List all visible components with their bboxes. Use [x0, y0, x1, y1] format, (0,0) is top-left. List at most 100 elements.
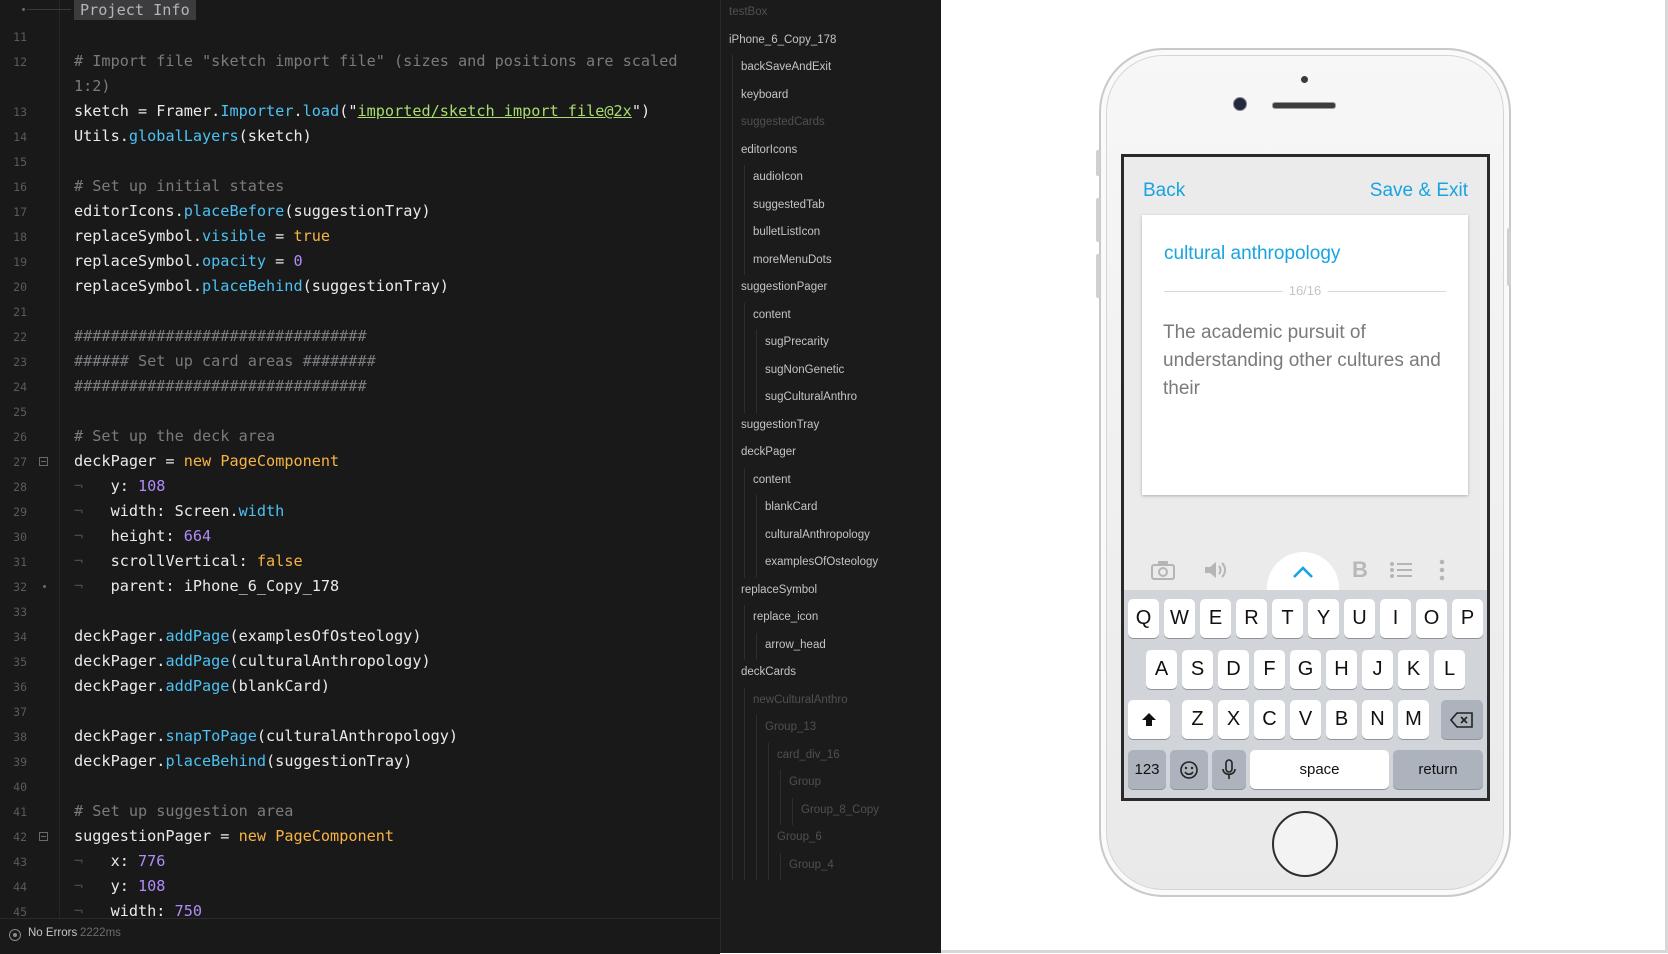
code-line[interactable]: ¬ height: 664: [74, 524, 211, 549]
code-line[interactable]: replaceSymbol.visible = true: [74, 224, 330, 249]
code-line[interactable]: editorIcons.placeBefore(suggestionTray): [74, 199, 431, 224]
layers-panel[interactable]: testBox iPhone_6_Copy_178 backSaveAndExit k…: [720, 0, 942, 953]
layer-item[interactable]: card_div_16: [777, 749, 840, 761]
code-line[interactable]: suggestionPager = new PageComponent: [74, 824, 394, 849]
layer-item[interactable]: suggestionPager: [741, 281, 827, 293]
return-key[interactable]: return: [1393, 750, 1483, 789]
code-line[interactable]: replaceSymbol.placeBehind(suggestionTray…: [74, 274, 449, 299]
key-c[interactable]: C: [1254, 700, 1285, 739]
layer-item[interactable]: backSaveAndExit: [741, 61, 831, 73]
code-line[interactable]: deckPager = new PageComponent: [74, 449, 339, 474]
layer-item[interactable]: Group: [789, 776, 821, 788]
fold-toggle-icon[interactable]: [39, 832, 48, 841]
save-exit-button[interactable]: Save & Exit: [1370, 180, 1468, 202]
code-line[interactable]: deckPager.addPage(examplesOfOsteology): [74, 624, 421, 649]
key-f[interactable]: F: [1254, 650, 1285, 689]
card-body-text[interactable]: The academic pursuit of understanding ot…: [1163, 319, 1453, 403]
code-line[interactable]: deckPager.addPage(blankCard): [74, 674, 330, 699]
key-i[interactable]: I: [1380, 599, 1411, 638]
layer-item[interactable]: examplesOfOsteology: [765, 556, 878, 568]
layer-item[interactable]: arrow_head: [765, 639, 826, 651]
key-k[interactable]: K: [1398, 650, 1429, 689]
code-line[interactable]: Utils.globalLayers(sketch): [74, 124, 312, 149]
layer-item[interactable]: deckCards: [741, 666, 796, 678]
key-a[interactable]: A: [1146, 650, 1177, 689]
code-line[interactable]: ¬ parent: iPhone_6_Copy_178: [74, 574, 339, 599]
flash-card[interactable]: cultural anthropology 16/16 The academic…: [1142, 215, 1468, 495]
layer-item[interactable]: Group_13: [765, 721, 816, 733]
emoji-key[interactable]: [1170, 750, 1208, 789]
code-line[interactable]: ¬ x: 776: [74, 849, 165, 874]
home-button[interactable]: [1272, 811, 1338, 877]
code-line[interactable]: # Set up the deck area: [74, 424, 275, 449]
numbers-key[interactable]: 123: [1128, 750, 1166, 789]
key-y[interactable]: Y: [1308, 599, 1339, 638]
layer-item[interactable]: sugPrecarity: [765, 336, 829, 348]
code-editor[interactable]: Project Info # Import file "sketch impor…: [0, 0, 720, 954]
key-j[interactable]: J: [1362, 650, 1393, 689]
dictation-key[interactable]: [1212, 750, 1246, 789]
code-line[interactable]: ¬ width: Screen.width: [74, 499, 284, 524]
code-line[interactable]: ¬ scrollVertical: false: [74, 549, 303, 574]
key-z[interactable]: Z: [1182, 700, 1213, 739]
layer-item[interactable]: moreMenuDots: [753, 254, 832, 266]
layer-item[interactable]: replace_icon: [753, 611, 818, 623]
fold-toggle-icon[interactable]: [39, 457, 48, 466]
bold-icon[interactable]: B: [1347, 559, 1373, 581]
layer-item[interactable]: culturalAnthropology: [765, 529, 870, 541]
layer-item[interactable]: Group_4: [789, 859, 834, 871]
key-r[interactable]: R: [1236, 599, 1267, 638]
code-line[interactable]: 1:2): [74, 74, 111, 99]
layer-item[interactable]: content: [753, 309, 791, 321]
key-u[interactable]: U: [1344, 599, 1375, 638]
layer-item[interactable]: testBox: [729, 6, 767, 18]
key-h[interactable]: H: [1326, 650, 1357, 689]
key-l[interactable]: L: [1434, 650, 1465, 689]
layer-item[interactable]: sugCulturalAnthro: [765, 391, 857, 403]
key-b[interactable]: B: [1326, 700, 1357, 739]
code-line[interactable]: ¬ y: 108: [74, 474, 165, 499]
code-line[interactable]: deckPager.snapToPage(culturalAnthropolog…: [74, 724, 458, 749]
code-line[interactable]: ################################: [74, 324, 367, 349]
code-line[interactable]: ¬ y: 108: [74, 874, 165, 899]
suggested-tab[interactable]: [1267, 552, 1339, 593]
space-key[interactable]: space: [1250, 750, 1389, 789]
layer-item[interactable]: suggestedCards: [741, 116, 825, 128]
layer-item[interactable]: deckPager: [741, 446, 796, 458]
project-info-tab[interactable]: Project Info: [74, 0, 196, 20]
code-line[interactable]: ################################: [74, 374, 367, 399]
shift-key[interactable]: [1128, 700, 1170, 739]
layer-item[interactable]: newCulturalAnthro: [753, 694, 848, 706]
code-line[interactable]: # Set up suggestion area: [74, 799, 293, 824]
back-button[interactable]: Back: [1143, 180, 1185, 202]
layer-item[interactable]: bulletListIcon: [753, 226, 820, 238]
key-s[interactable]: S: [1182, 650, 1213, 689]
code-line[interactable]: deckPager.addPage(culturalAnthropology): [74, 649, 431, 674]
code-line[interactable]: ###### Set up card areas ########: [74, 349, 376, 374]
layer-item[interactable]: suggestionTray: [741, 419, 819, 431]
layer-item[interactable]: audioIcon: [753, 171, 803, 183]
code-line[interactable]: deckPager.placeBehind(suggestionTray): [74, 749, 412, 774]
more-dots-icon[interactable]: [1429, 559, 1455, 581]
delete-key[interactable]: [1441, 700, 1483, 739]
layer-item[interactable]: content: [753, 474, 791, 486]
layer-item[interactable]: iPhone_6_Copy_178: [729, 34, 836, 46]
layer-item[interactable]: editorIcons: [741, 144, 797, 156]
key-m[interactable]: M: [1398, 700, 1429, 739]
key-n[interactable]: N: [1362, 700, 1393, 739]
layer-item[interactable]: replaceSymbol: [741, 584, 817, 596]
bullet-list-icon[interactable]: [1388, 559, 1414, 581]
layer-item[interactable]: keyboard: [741, 89, 788, 101]
layer-item[interactable]: Group_6: [777, 831, 822, 843]
layer-item[interactable]: blankCard: [765, 501, 817, 513]
key-w[interactable]: W: [1164, 599, 1195, 638]
layer-item[interactable]: suggestedTab: [753, 199, 825, 211]
layer-item[interactable]: Group_8_Copy: [801, 804, 879, 816]
key-g[interactable]: G: [1290, 650, 1321, 689]
camera-icon[interactable]: [1150, 559, 1176, 581]
key-q[interactable]: Q: [1128, 599, 1159, 638]
key-d[interactable]: D: [1218, 650, 1249, 689]
key-o[interactable]: O: [1416, 599, 1447, 638]
key-e[interactable]: E: [1200, 599, 1231, 638]
key-p[interactable]: P: [1452, 599, 1483, 638]
